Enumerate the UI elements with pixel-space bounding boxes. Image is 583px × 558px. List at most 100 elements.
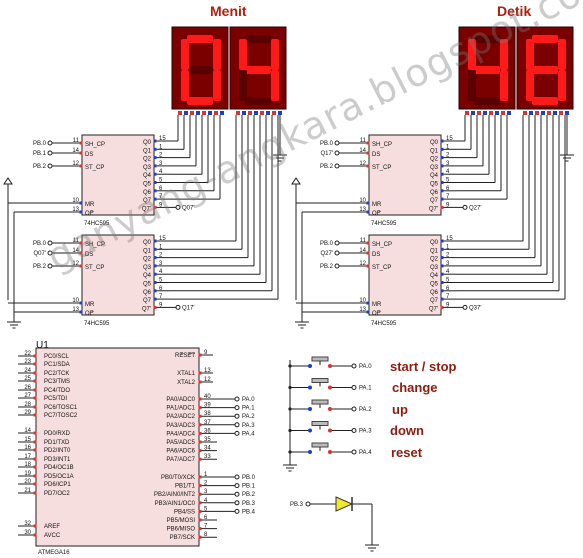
shift-register-3-pin-name-q5: Q5 (430, 182, 439, 188)
shift-register-2-right-pin-marker (153, 264, 157, 268)
seconds-digit-ones-pin (565, 111, 569, 115)
shift-register-4-right-pin-marker (440, 247, 444, 251)
shift-register-1-left-pin-marker (79, 141, 83, 145)
button-label-down: down (390, 423, 424, 438)
button-net-terminal (351, 428, 357, 433)
shift-register-2-pin-num: 15 (159, 236, 166, 242)
port-b-net-label: PB.2 (242, 492, 256, 498)
shift-register-3-pin-name-q0: Q0 (430, 140, 439, 146)
shift-register-3-right-pin-marker (440, 197, 444, 201)
port-b-pin-name-3: PB3/AIN1/OC0 (155, 501, 196, 507)
minutes-digit-ones-pin (266, 111, 270, 115)
button-net-label: PA.1 (359, 386, 372, 392)
mcu-left-pin-marker (33, 396, 37, 400)
shift-register-3-left-pin-marker (366, 151, 370, 155)
shift-register-4-part-label: 74HC595 (371, 321, 397, 327)
shift-register-1-pin-num: 12 (72, 161, 79, 167)
port-a-net-label: PA.3 (242, 423, 255, 429)
shift-register-3-part-label: 74HC595 (371, 221, 397, 227)
shift-register-3-pin-name-sh_cp: SH_CP (372, 142, 392, 148)
mcu-pin-name-pd7-oc2: PD7/OC2 (44, 491, 70, 497)
port-a-net-terminal (234, 405, 240, 411)
mcu-left-pin-marker (33, 474, 37, 478)
shift-register-1-pin-name-q2: Q2 (143, 157, 152, 163)
button-contact (328, 364, 332, 368)
port-a-pin-marker (198, 423, 202, 427)
vcc-arrow (291, 177, 301, 185)
minutes-digit-ones-segment-c (271, 70, 279, 101)
shift-register-1-right-pin-marker (153, 156, 157, 160)
port-a-pin-name-1: PA1/ADC1 (166, 406, 195, 412)
shift-register-3-pin-name-q4: Q4 (430, 173, 439, 179)
shift-register-3-out-label: Q27' (469, 205, 482, 211)
mcu-left-pin-marker (33, 448, 37, 452)
mcu-pin-name-xtal1: XTAL1 (177, 371, 196, 377)
seconds-digit-tens-pin (477, 111, 481, 115)
mcu-left-pin-num: 14 (24, 428, 31, 434)
minutes-digit-ones-pin (254, 111, 258, 115)
button-contact (328, 428, 332, 433)
shift-register-2-pin-name-q6: Q6 (143, 290, 152, 296)
mcu-pin-name-pd4-oc1b: PD4/OC1B (44, 465, 74, 471)
seconds-digit-tens-pin (507, 111, 511, 115)
button-junction (288, 385, 292, 390)
shift-register-3-pin-num: 12 (359, 161, 366, 167)
shift-register-2-right-pin-marker (153, 289, 157, 293)
shift-register-1-net-label: PB.0 (33, 141, 47, 147)
port-a-pin-marker (198, 449, 202, 453)
mcu-left-pin-marker (33, 465, 37, 469)
shift-register-3-pin-name-q1: Q1 (430, 148, 439, 154)
mcu-left-pin-marker (33, 491, 37, 495)
minutes-digit-ones-pin (278, 111, 282, 115)
mcu-pin-name-reset: RESET (175, 353, 195, 359)
port-b-pin-name-1: PB1/T1 (175, 484, 196, 490)
shift-register-2-pin-name-q2: Q2 (143, 257, 152, 263)
shift-register-4-pin-name-q7: Q7 (430, 298, 439, 304)
shift-register-4-pin-name-q3: Q3 (430, 265, 439, 271)
shift-register-4-pin-num: 13 (359, 307, 366, 313)
led-net-terminal (305, 501, 311, 507)
shift-register-4-left-pin-marker (366, 310, 370, 314)
shift-register-1-right-pin-marker (153, 172, 157, 176)
shift-register-2-net-label: Q07' (34, 251, 47, 257)
shift-register-4-pin-name-mr: MR (372, 302, 382, 308)
shift-register-3-pin-name-ds: DS (372, 152, 380, 158)
shift-register-1-net-label: PB.2 (33, 164, 47, 170)
shift-register-4-right-pin-marker (440, 305, 444, 309)
mcu-left-pin-marker (33, 362, 37, 366)
port-a-pin-num: 40 (204, 394, 211, 400)
port-b-net-terminal (234, 500, 240, 506)
port-b-pin-marker (198, 535, 202, 539)
mcu-left-pin-marker (33, 431, 37, 435)
shift-register-2-left-pin-marker (79, 310, 83, 314)
shift-register-1-right-pin-marker (153, 164, 157, 168)
mcu-right-pin-num: 13 (204, 368, 211, 374)
shift-register-4-right-pin-marker (440, 281, 444, 284)
shift-register-4-pin-name-st_cp: ST_CP (372, 265, 391, 271)
mcu-left-pin-marker (33, 354, 37, 358)
chip-ground (7, 321, 21, 329)
shift-register-4-pin-name-q1: Q1 (430, 248, 439, 254)
shift-register-4-out-label: Q37' (469, 305, 482, 311)
button-label-up: up (392, 402, 408, 417)
shift-register-3-right-pin-marker (440, 172, 444, 176)
shift-register-2-out-label: Q17' (182, 305, 195, 311)
button-contact (308, 385, 312, 390)
port-b-pin-name-0: PB0/T0/XCK (161, 475, 195, 481)
shift-register-3-pin-name-q3: Q3 (430, 165, 439, 171)
port-a-pin-name-0: PA0/ADC0 (166, 397, 195, 403)
port-b-net-terminal (234, 474, 240, 480)
seconds-digit-tens-pin (501, 111, 505, 115)
shift-register-3-pin-num: 10 (359, 198, 366, 204)
mcu-pin-name-pd6-icp1: PD6/ICP1 (44, 482, 71, 488)
mcu-left-pin-marker (33, 379, 37, 383)
port-a-net-terminal (234, 413, 240, 419)
port-b-pin-name-2: PB2/AIN0/INT2 (154, 492, 196, 498)
mcu-left-pin-num: 16 (24, 445, 31, 451)
button-net-terminal (351, 363, 357, 369)
shift-register-2-pin-num: 10 (72, 298, 79, 304)
port-a-pin-marker (198, 457, 202, 461)
shift-register-2-pin-name-q0: Q0 (143, 240, 152, 246)
mcu-left-pin-num: 30 (24, 530, 31, 536)
seconds-digit-tens-pin (465, 111, 469, 115)
